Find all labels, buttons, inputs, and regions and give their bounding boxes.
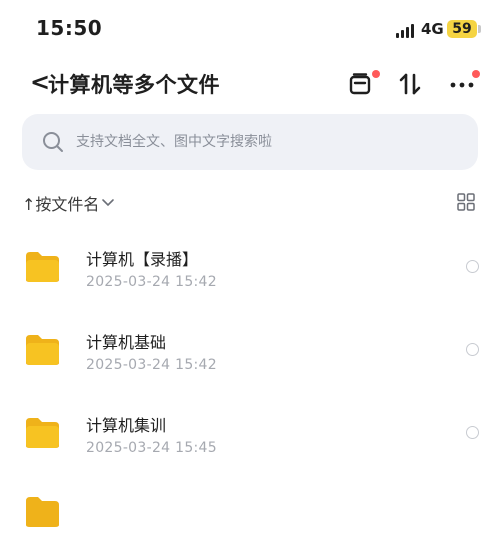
network-type: 4G — [421, 20, 444, 38]
grid-view-button[interactable] — [457, 193, 475, 211]
file-name: 计算机集训 — [86, 416, 167, 435]
inbox-button[interactable] — [346, 70, 374, 98]
chevron-down-icon — [102, 199, 115, 207]
select-radio[interactable] — [466, 260, 479, 273]
list-item[interactable]: 计算机集训 2025-03-24 15:45 — [0, 392, 500, 476]
battery-indicator: 59 — [447, 20, 477, 38]
status-time: 15:50 — [36, 16, 103, 40]
sort-dropdown[interactable]: ↑按文件名 — [22, 191, 115, 215]
select-radio[interactable] — [466, 343, 479, 356]
file-date: 2025-03-24 15:42 — [86, 357, 217, 373]
inbox-icon — [349, 73, 371, 95]
folder-icon — [26, 252, 59, 282]
battery-cap — [478, 25, 481, 33]
select-radio[interactable] — [466, 426, 479, 439]
file-date: 2025-03-24 15:42 — [86, 274, 217, 290]
list-item[interactable]: 计算机基础 2025-03-24 15:42 — [0, 309, 500, 393]
folder-icon — [26, 497, 59, 527]
file-date: 2025-03-24 15:45 — [86, 440, 217, 456]
notification-dot — [372, 70, 380, 78]
folder-icon — [26, 418, 59, 448]
page-title: 计算机等多个文件 — [48, 73, 220, 97]
list-item[interactable]: 计算机【录播】 2025-03-24 15:42 — [0, 226, 500, 310]
search-icon — [43, 132, 63, 152]
file-name: 计算机【录播】 — [86, 250, 199, 269]
folder-icon — [26, 335, 59, 365]
signal-icon — [396, 22, 414, 38]
search-bar[interactable] — [22, 114, 478, 170]
notification-dot — [472, 70, 480, 78]
grid-view-icon — [457, 193, 475, 211]
sort-swap-button[interactable] — [396, 70, 424, 98]
search-input[interactable] — [74, 133, 438, 151]
sort-label: ↑按文件名 — [22, 195, 100, 214]
sort-swap-icon — [399, 73, 421, 95]
more-icon — [450, 82, 474, 88]
file-name: 计算机基础 — [86, 333, 167, 352]
list-item[interactable] — [0, 475, 500, 559]
